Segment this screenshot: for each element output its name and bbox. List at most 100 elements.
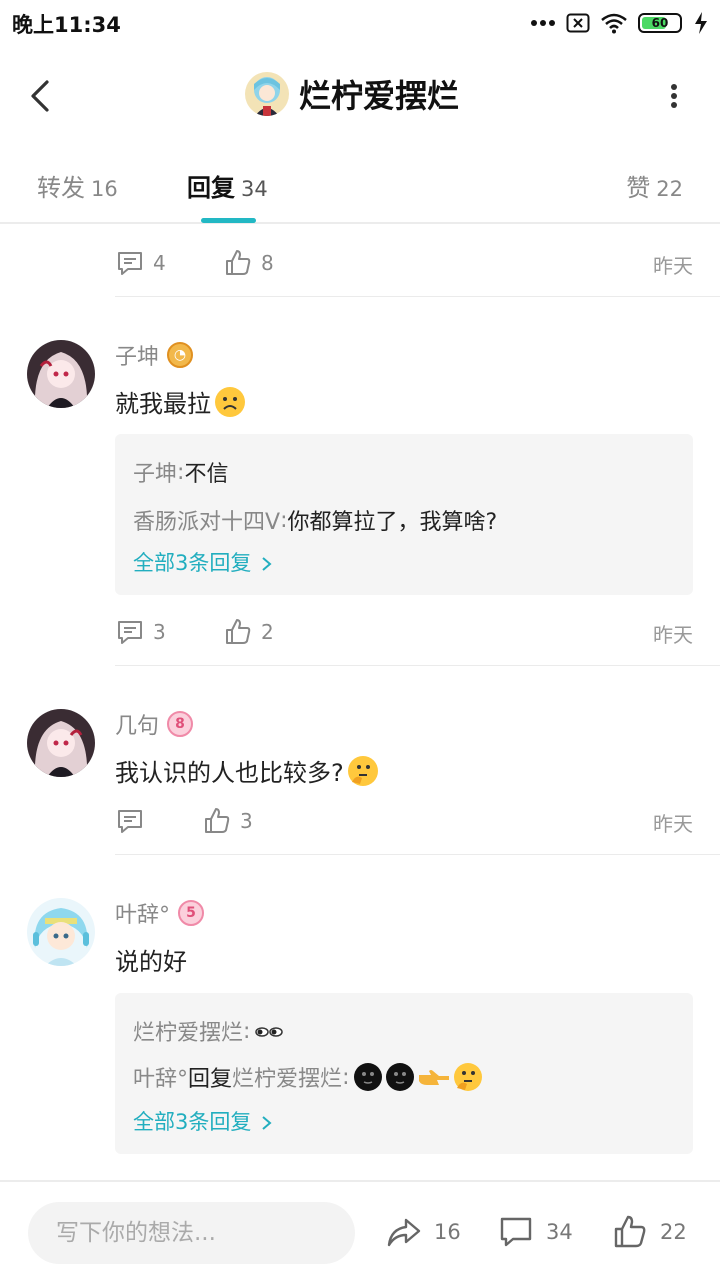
comment-text-content: 我认识的人也比较多? bbox=[115, 759, 344, 787]
more-dots-icon bbox=[531, 20, 555, 26]
battery-icon: 60 bbox=[638, 13, 682, 33]
frown-emoji-icon bbox=[215, 386, 245, 417]
reply-user[interactable]: 香肠派对十四V bbox=[133, 504, 280, 536]
reply-user[interactable]: 烂柠爱摆烂 bbox=[133, 1015, 243, 1047]
reply-line: 叶⁧辞⁩⁧⁩⁧⁩° 回复 烂柠爱摆烂 : bbox=[133, 1061, 483, 1093]
level-badge-icon: ◔ bbox=[167, 342, 194, 368]
thinking-emoji-icon bbox=[347, 755, 378, 786]
comment-count: 3 bbox=[153, 620, 166, 644]
comment-text-content: 说的好 bbox=[115, 948, 187, 976]
comment-icon bbox=[118, 252, 142, 275]
comment-item: 几句 8 我认识的人也比较多? 3 昨天 bbox=[0, 665, 720, 855]
comment-text-content: 就我最拉 bbox=[115, 390, 211, 418]
reply-preview-box[interactable]: 烂柠爱摆烂 : 叶⁧辞⁩⁧⁩⁧⁩° 回复 烂柠爱摆烂 : 全部3条回复 bbox=[115, 993, 693, 1154]
timestamp: 昨天 bbox=[653, 623, 693, 647]
back-button[interactable] bbox=[22, 76, 62, 116]
comment-text: 就我最拉 bbox=[115, 384, 245, 419]
more-options-icon[interactable] bbox=[662, 78, 686, 114]
like-count: 8 bbox=[261, 251, 274, 275]
tab-indicator bbox=[201, 218, 256, 223]
like-button[interactable]: 22 bbox=[612, 1214, 687, 1250]
eyes-emoji-icon bbox=[255, 1027, 284, 1037]
username-text: 子坤 bbox=[115, 345, 160, 370]
tab-reposts[interactable]: 转发 16 bbox=[37, 168, 118, 203]
comment-icon bbox=[500, 1217, 532, 1247]
tab-likes[interactable]: 赞 22 bbox=[626, 168, 683, 203]
comment-icon bbox=[118, 810, 142, 833]
reply-separator: : bbox=[243, 1018, 251, 1044]
comment-icon bbox=[118, 621, 142, 644]
comment-input-container[interactable] bbox=[28, 1202, 355, 1264]
all-replies-label: 全部3条回复 bbox=[133, 551, 252, 575]
reply-line: 烂柠爱摆烂 : bbox=[133, 1015, 284, 1047]
reply-target-user[interactable]: 烂柠爱摆烂 bbox=[232, 1061, 342, 1093]
share-arrow-icon bbox=[387, 1218, 421, 1247]
username-text: 叶⁧辞⁩⁧⁩⁧⁩° bbox=[115, 903, 171, 928]
username[interactable]: 几句 8 bbox=[115, 708, 194, 740]
status-time: 晚上11:34 bbox=[12, 13, 121, 37]
tab-bar: 转发 16 回复 34 赞 22 bbox=[0, 144, 720, 224]
reply-line: 香肠派对十四V : 你都算拉了，我算啥? bbox=[133, 504, 497, 536]
all-replies-link[interactable]: 全部3条回复 bbox=[133, 547, 274, 577]
reply-text: 你都算拉了，我算啥? bbox=[287, 510, 498, 535]
thumbs-up-icon bbox=[205, 808, 230, 833]
comment-text: 说的好 bbox=[115, 942, 187, 977]
tab-replies-count: 34 bbox=[241, 177, 268, 201]
comment-count: 4 bbox=[153, 251, 166, 275]
comment-feed[interactable]: 4 8 昨天 子坤 ◔ 就我最拉 子坤 : 不信 香肠派对十四V : 你都算拉了… bbox=[0, 224, 720, 1180]
username-text: 几句 bbox=[115, 714, 160, 739]
repost-button[interactable]: 16 bbox=[386, 1214, 461, 1250]
charging-icon bbox=[695, 12, 707, 34]
reply-user[interactable]: 叶⁧辞⁩⁧⁩⁧⁩° bbox=[133, 1061, 188, 1093]
reply-separator: : bbox=[342, 1064, 350, 1090]
avatar[interactable] bbox=[27, 709, 95, 777]
reply-button[interactable]: 34 bbox=[498, 1214, 573, 1250]
all-replies-link[interactable]: 全部3条回复 bbox=[133, 1106, 274, 1136]
comment-item: 子坤 ◔ 就我最拉 子坤 : 不信 香肠派对十四V : 你都算拉了，我算啥? 全… bbox=[0, 296, 720, 666]
reply-line: 子坤 : 不信 bbox=[133, 456, 228, 488]
thumbs-up-icon bbox=[226, 250, 251, 275]
thinking-emoji-icon bbox=[454, 1063, 483, 1091]
dark-moon-emoji-icon bbox=[386, 1063, 415, 1091]
comment-item: 叶⁧辞⁩⁧⁩⁧⁩° 5 说的好 烂柠爱摆烂 : 叶⁧辞⁩⁧⁩⁧⁩° 回复 烂柠爱… bbox=[0, 854, 720, 1180]
title-group: 烂柠爱摆烂 bbox=[245, 70, 459, 118]
thumbs-up-icon bbox=[614, 1215, 646, 1248]
like-count: 3 bbox=[240, 809, 253, 833]
level-badge-icon: 8 bbox=[167, 711, 194, 737]
username[interactable]: 叶⁧辞⁩⁧⁩⁧⁩° 5 bbox=[115, 897, 205, 929]
status-bar: 晚上11:34 60 bbox=[0, 0, 720, 48]
like-button[interactable]: 8 bbox=[223, 248, 274, 278]
author-avatar[interactable] bbox=[245, 72, 289, 116]
username[interactable]: 子坤 ◔ bbox=[115, 339, 194, 371]
sim-off-icon bbox=[566, 13, 590, 33]
like-count: 2 bbox=[261, 620, 274, 644]
repost-count: 16 bbox=[434, 1220, 461, 1244]
tab-replies[interactable]: 回复 34 bbox=[187, 168, 268, 203]
thumbs-up-icon bbox=[226, 619, 251, 644]
like-button[interactable]: 2 bbox=[223, 617, 274, 647]
battery-level: 60 bbox=[651, 16, 669, 30]
comment-button[interactable] bbox=[115, 806, 153, 836]
avatar[interactable] bbox=[27, 340, 95, 408]
comment-actions: 3 昨天 bbox=[115, 800, 693, 840]
timestamp: 昨天 bbox=[653, 254, 693, 278]
avatar[interactable] bbox=[27, 898, 95, 966]
reply-separator: : bbox=[280, 507, 288, 533]
timestamp: 昨天 bbox=[653, 812, 693, 836]
tab-reposts-label: 转发 bbox=[37, 174, 85, 202]
dark-moon-emoji-icon bbox=[354, 1063, 383, 1091]
title-bar: 烂柠爱摆烂 bbox=[0, 48, 720, 144]
comment-button[interactable]: 3 bbox=[115, 617, 166, 647]
comment-button[interactable]: 4 bbox=[115, 248, 166, 278]
all-replies-label: 全部3条回复 bbox=[133, 1110, 252, 1134]
like-button[interactable]: 3 bbox=[202, 806, 253, 836]
reply-mid: 回复 bbox=[188, 1067, 233, 1092]
reply-separator: : bbox=[177, 459, 185, 485]
level-badge-icon: 5 bbox=[178, 900, 205, 926]
reply-preview-box[interactable]: 子坤 : 不信 香肠派对十四V : 你都算拉了，我算啥? 全部3条回复 bbox=[115, 434, 693, 595]
status-icons: 60 bbox=[530, 10, 710, 36]
reply-user[interactable]: 子坤 bbox=[133, 456, 177, 488]
comment-input[interactable] bbox=[28, 1202, 355, 1264]
tab-likes-label: 赞 bbox=[626, 174, 651, 202]
reply-text: 不信 bbox=[184, 462, 229, 487]
